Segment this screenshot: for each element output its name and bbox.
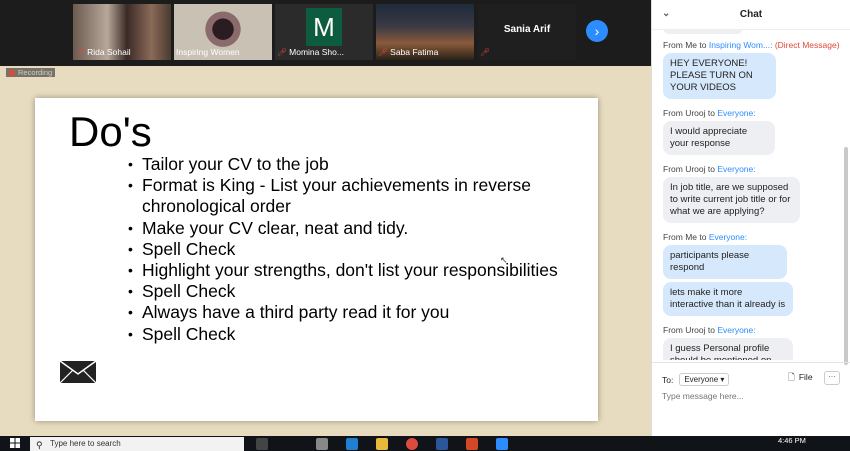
file-button[interactable]: 🗋︎ File [788,372,813,386]
word-icon[interactable] [436,438,448,450]
mic-muted-icon: 🎤︎ [378,47,389,57]
file-explorer-icon[interactable] [376,438,388,450]
recipient-row: To: Everyone ▾ [662,373,730,386]
chat-bubble [663,30,743,34]
more-options-button[interactable]: ··· [824,371,840,385]
store-icon[interactable] [316,438,328,450]
zoom-icon[interactable] [496,438,508,450]
recording-indicator: Recording [6,68,56,77]
bullet-item: Make your CV clear, neat and tidy. [128,218,588,239]
slide-title: Do's [69,108,152,155]
chat-bubble: participants please respond [663,245,787,279]
chat-panel: ⌄ Chat From Me to Inspiring Wom...: (Dir… [651,0,850,436]
participant-name: 🎤︎ Momina Sho... [277,47,344,57]
record-icon [9,69,15,76]
bullet-item: Highlight your strengths, don't list you… [128,260,588,281]
participant-name: 🎤︎ [480,46,574,58]
participant-gallery: 🎤︎ Rida Sohail Inspiring Women M 🎤︎ Momina… [0,0,651,66]
participant-tile[interactable]: Sania Arif 🎤︎ [478,4,576,60]
bullet-item: Format is King - List your achievements … [128,175,588,217]
chat-bubble: I would appreciate your response [663,121,775,155]
participant-tile[interactable]: 🎤︎ Rida Sohail [73,4,171,60]
chat-bubble: In job title, are we supposed to write c… [663,177,800,223]
chat-message-input[interactable] [662,391,837,401]
file-icon: 🗋︎ [788,372,795,382]
recipient-select[interactable]: Everyone ▾ [679,373,730,386]
shared-screen: Recording Do's Tailor your CV to the job… [0,66,651,436]
bullet-item: Spell Check [128,281,588,302]
presentation-slide: Do's Tailor your CV to the job Format is… [35,98,598,421]
slide-bullets: Tailor your CV to the job Format is King… [128,154,588,345]
chevron-down-icon[interactable]: ⌄ [662,8,670,19]
participant-name: 🎤︎ Saba Fatima [378,47,439,57]
message-meta: From Urooj to Everyone: [663,108,756,118]
chevron-down-icon: ▾ [720,375,725,384]
avatar: M [306,8,342,46]
mic-muted-icon: 🎤︎ [277,47,288,57]
chat-bubble: I guess Personal profile should be menti… [663,338,793,360]
mic-muted-icon: 🎤︎ [480,47,491,57]
chat-title: Chat [739,9,763,20]
mic-muted-icon: 🎤︎ [75,47,86,57]
taskbar-clock[interactable]: 4:46 PM [778,436,806,445]
message-meta: From Me to Inspiring Wom...: (Direct Mes… [663,40,840,50]
participant-tile[interactable]: 🎤︎ Saba Fatima [376,4,474,60]
message-meta: From Urooj to Everyone: [663,164,756,174]
participant-name: Inspiring Women [176,47,240,57]
participant-display-name: Sania Arif [503,24,551,35]
message-meta: From Urooj to Everyone: [663,325,756,335]
chat-bubble: HEY EVERYONE! PLEASE TURN ON YOUR VIDEOS [663,53,776,99]
bullet-item: Spell Check [128,324,588,345]
envelope-icon [59,360,97,384]
participant-tile[interactable]: Inspiring Women [174,4,272,60]
participant-name: 🎤︎ Rida Sohail [75,47,131,57]
chat-messages[interactable]: From Me to Inspiring Wom...: (Direct Mes… [652,30,845,360]
taskbar-search[interactable]: ⚲ Type here to search [30,437,244,451]
bullet-item: Always have a third party read it for yo… [128,302,588,323]
participant-tile[interactable]: M 🎤︎ Momina Sho... [275,4,373,60]
windows-start-icon[interactable] [10,438,20,448]
bullet-item: Spell Check [128,239,588,260]
bullet-item: Tailor your CV to the job [128,154,588,175]
chat-composer: To: Everyone ▾ 🗋︎ File ··· [652,362,850,436]
powerpoint-icon[interactable] [466,438,478,450]
taskbar: ⚲ Type here to search 4:46 PM [0,436,850,451]
chevron-right-icon: › [594,23,600,39]
message-meta: From Me to Everyone: [663,232,748,242]
chat-scrollbar[interactable] [844,147,848,365]
search-icon: ⚲ [36,440,43,450]
chat-header: ⌄ Chat [652,0,850,30]
chrome-icon[interactable] [406,438,418,450]
gallery-next-button[interactable]: › [586,20,608,42]
mouse-cursor-icon: ↖ [500,255,508,265]
chat-bubble: lets make it more interactive than it al… [663,282,793,316]
to-label: To: [662,374,674,385]
task-view-icon[interactable] [256,438,268,450]
edge-icon[interactable] [346,438,358,450]
